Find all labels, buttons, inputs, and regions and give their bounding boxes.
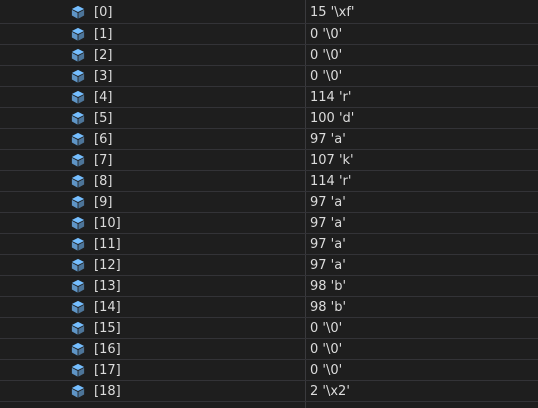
field-cube-icon [71, 174, 85, 188]
field-cube-icon [71, 90, 85, 104]
table-row[interactable]: [10] 97 'a' [0, 213, 538, 234]
element-name: [14] [94, 300, 121, 315]
element-value[interactable]: 98 'b' [310, 278, 346, 295]
watch-window: [0] 15 '\xf' [1] 0 '\0' [2] 0 '\0' [3] 0 '\0' [4… [0, 0, 538, 408]
element-value[interactable]: 0 '\0' [310, 362, 342, 379]
field-cube-icon [71, 48, 85, 62]
watch-rows: [0] 15 '\xf' [1] 0 '\0' [2] 0 '\0' [3] 0 '\0' [4… [0, 0, 538, 408]
element-value[interactable]: 97 'a' [310, 215, 346, 232]
element-name: [2] [94, 48, 113, 63]
element-name: [5] [94, 111, 113, 126]
element-value[interactable]: 97 'a' [310, 236, 346, 253]
field-cube-icon [71, 279, 85, 293]
table-row[interactable]: [15] 0 '\0' [0, 318, 538, 339]
table-row[interactable]: [5] 100 'd' [0, 108, 538, 129]
table-row[interactable]: [1] 0 '\0' [0, 24, 538, 45]
field-cube-icon [71, 69, 85, 83]
table-row[interactable]: [17] 0 '\0' [0, 360, 538, 381]
element-value[interactable]: 0 '\0' [310, 68, 342, 85]
element-value[interactable]: 97 'a' [310, 194, 346, 211]
field-cube-icon [71, 132, 85, 146]
element-name: [10] [94, 216, 121, 231]
field-cube-icon [71, 300, 85, 314]
field-cube-icon [71, 195, 85, 209]
element-value[interactable]: 98 'b' [310, 299, 346, 316]
element-name: [16] [94, 342, 121, 357]
element-name: [18] [94, 384, 121, 399]
field-cube-icon [71, 216, 85, 230]
element-value[interactable]: 114 'r' [310, 173, 351, 190]
field-cube-icon [71, 342, 85, 356]
table-row[interactable]: [7] 107 'k' [0, 150, 538, 171]
table-row[interactable]: [6] 97 'a' [0, 129, 538, 150]
table-row[interactable]: [8] 114 'r' [0, 171, 538, 192]
table-row[interactable]: [3] 0 '\0' [0, 66, 538, 87]
field-cube-icon [71, 258, 85, 272]
table-row[interactable]: [0] 15 '\xf' [0, 0, 538, 24]
element-name: [3] [94, 69, 113, 84]
field-cube-icon [71, 153, 85, 167]
element-name: [1] [94, 27, 113, 42]
element-value[interactable]: 107 'k' [310, 152, 354, 169]
table-row[interactable]: [16] 0 '\0' [0, 339, 538, 360]
table-row[interactable]: [18] 2 '\x2' [0, 381, 538, 402]
element-value[interactable]: 97 'a' [310, 257, 346, 274]
element-name: [9] [94, 195, 113, 210]
element-value[interactable]: 2 '\x2' [310, 383, 350, 400]
table-row[interactable]: [13] 98 'b' [0, 276, 538, 297]
field-cube-icon [71, 27, 85, 41]
table-row[interactable]: [11] 97 'a' [0, 234, 538, 255]
element-name: [6] [94, 132, 113, 147]
table-row[interactable]: [14] 98 'b' [0, 297, 538, 318]
table-row-partial [0, 402, 538, 408]
element-value[interactable]: 114 'r' [310, 89, 351, 106]
table-row[interactable]: [9] 97 'a' [0, 192, 538, 213]
element-value[interactable]: 15 '\xf' [310, 4, 354, 21]
element-value[interactable]: 0 '\0' [310, 341, 342, 358]
field-cube-icon [71, 321, 85, 335]
element-name: [7] [94, 153, 113, 168]
element-name: [13] [94, 279, 121, 294]
table-row[interactable]: [4] 114 'r' [0, 87, 538, 108]
table-row[interactable]: [2] 0 '\0' [0, 45, 538, 66]
element-name: [4] [94, 90, 113, 105]
element-name: [17] [94, 363, 121, 378]
field-cube-icon [71, 237, 85, 251]
field-cube-icon [71, 363, 85, 377]
element-name: [11] [94, 237, 121, 252]
field-cube-icon [71, 384, 85, 398]
element-value[interactable]: 97 'a' [310, 131, 346, 148]
element-value[interactable]: 0 '\0' [310, 47, 342, 64]
element-value[interactable]: 0 '\0' [310, 320, 342, 337]
element-name: [12] [94, 258, 121, 273]
element-name: [8] [94, 174, 113, 189]
table-row[interactable]: [12] 97 'a' [0, 255, 538, 276]
field-cube-icon [71, 5, 85, 19]
element-name: [15] [94, 321, 121, 336]
element-value[interactable]: 0 '\0' [310, 26, 342, 43]
element-name: [0] [94, 5, 113, 20]
element-value[interactable]: 100 'd' [310, 110, 354, 127]
field-cube-icon [71, 111, 85, 125]
